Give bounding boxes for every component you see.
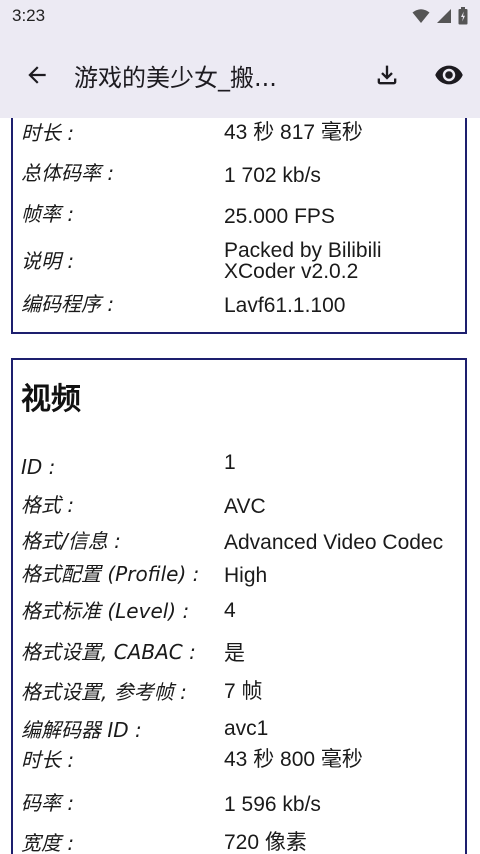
download-icon (377, 65, 397, 85)
info-value: 1 596 kb/s (224, 793, 321, 816)
signal-icon (437, 9, 451, 23)
info-key: 格式 : (21, 493, 75, 517)
info-key: 编解码器 ID : (21, 718, 142, 742)
info-value: 25.000 FPS (224, 205, 335, 228)
info-key: 宽度 : (21, 831, 75, 854)
info-value: Lavf61.1.100 (224, 294, 346, 317)
download-button[interactable] (356, 32, 418, 118)
video-section-title: 视频 (21, 382, 81, 417)
top-app-bar: 游戏的美少女_搬... (0, 32, 480, 118)
info-key: 时长 : (21, 121, 75, 145)
info-key: ID : (21, 455, 56, 479)
info-value: avc1 (224, 717, 269, 740)
info-value: 1 702 kb/s (224, 164, 321, 187)
eye-icon (435, 65, 463, 85)
info-key: 格式设置, 参考帧 : (21, 680, 187, 704)
info-key: 格式标准 (Level) : (21, 599, 190, 623)
info-key: 说明 : (21, 249, 75, 273)
wifi-icon (412, 9, 430, 23)
battery-icon (458, 7, 468, 25)
info-value: 7 帧 (224, 680, 263, 703)
back-button[interactable] (0, 32, 74, 118)
media-info-content[interactable]: 时长 : 43 秒 817 毫秒 总体码率 : 1 702 kb/s 帧率 : … (0, 118, 480, 854)
info-value: 43 秒 817 毫秒 (224, 121, 363, 144)
info-key: 总体码率 : (21, 161, 115, 185)
info-key: 编码程序 : (21, 292, 115, 316)
status-bar: 3:23 (0, 0, 480, 32)
general-section-card: 时长 : 43 秒 817 毫秒 总体码率 : 1 702 kb/s 帧率 : … (11, 118, 467, 334)
status-icons (412, 7, 468, 25)
info-value-line2: XCoder v2.0.2 (224, 260, 359, 283)
info-value: 4 (224, 599, 236, 622)
page-title: 游戏的美少女_搬... (74, 63, 277, 92)
info-key: 格式/信息 : (21, 529, 121, 553)
info-value: 1 (224, 451, 236, 474)
info-value: AVC (224, 495, 266, 518)
info-key: 格式设置, CABAC : (21, 640, 196, 664)
arrow-back-icon (28, 66, 46, 84)
info-value-line1: Packed by Bilibili (224, 239, 382, 262)
status-time: 3:23 (12, 6, 46, 25)
view-button[interactable] (418, 32, 480, 118)
info-value: 43 秒 800 毫秒 (224, 748, 363, 771)
video-section-card: 视频 ID : 1 格式 : AVC 格式/信息 : Advanced Vide… (11, 358, 467, 854)
info-value: 720 像素 (224, 831, 307, 854)
info-key: 时长 : (21, 748, 75, 772)
info-value: High (224, 564, 268, 587)
info-key: 码率 : (21, 791, 75, 815)
info-key: 格式配置 (Profile) : (21, 562, 200, 586)
info-key: 帧率 : (21, 202, 75, 226)
info-value: Advanced Video Codec (224, 531, 444, 554)
info-value: 是 (224, 642, 245, 665)
